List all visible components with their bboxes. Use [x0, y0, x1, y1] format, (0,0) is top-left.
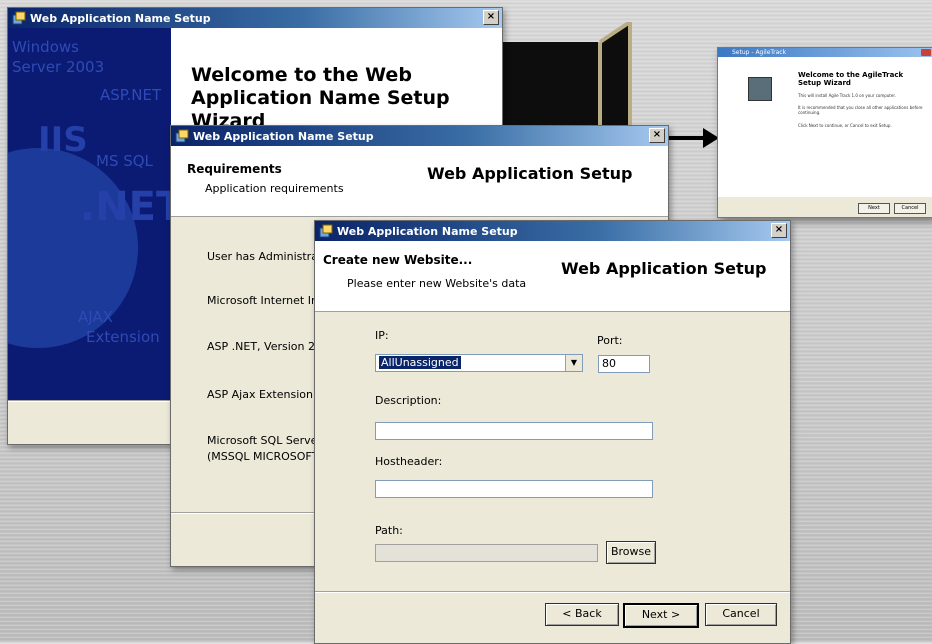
- requirements-window-title: Web Application Name Setup: [193, 129, 374, 143]
- ip-select[interactable]: AllUnassigned ▼: [375, 354, 583, 372]
- hostheader-input[interactable]: [375, 480, 653, 498]
- thumbnail-window: Setup - AgileTrack Welcome to the AgileT…: [717, 47, 932, 218]
- requirements-heading: Requirements: [187, 162, 282, 176]
- close-icon[interactable]: ×: [771, 223, 787, 238]
- banner-windows: Windows: [12, 38, 79, 56]
- path-input[interactable]: [375, 544, 598, 562]
- description-label: Description:: [375, 394, 442, 407]
- thumbnail-next-button[interactable]: Next: [858, 203, 890, 214]
- banner-aspnet: ASP.NET: [100, 86, 162, 104]
- welcome-banner: Windows Server 2003 ASP.NET IIS MS SQL .…: [8, 28, 171, 400]
- banner-server: Server 2003: [12, 58, 105, 76]
- banner-extension: Extension: [86, 328, 160, 346]
- create-website-window: Web Application Name Setup × Create new …: [314, 220, 791, 644]
- ip-label: IP:: [375, 329, 389, 342]
- thumbnail-line1: This will install Agile Track 1.0 on you…: [798, 93, 896, 98]
- setup-app-icon: [319, 224, 333, 238]
- requirements-setup-label: Web Application Setup: [427, 164, 633, 183]
- requirements-titlebar: Web Application Name Setup ×: [171, 126, 668, 146]
- banner-ajax: AJAX: [78, 308, 113, 326]
- requirement-item: (MSSQL MICROSOFT :: [207, 450, 326, 463]
- create-website-header: Create new Website... Please enter new W…: [315, 241, 790, 312]
- banner-iis: IIS: [38, 120, 88, 160]
- setup-app-icon: [12, 11, 26, 25]
- close-icon[interactable]: ×: [649, 128, 665, 143]
- path-label: Path:: [375, 524, 403, 537]
- port-input[interactable]: 80: [598, 355, 650, 373]
- requirement-item: ASP Ajax Extension: [207, 388, 313, 401]
- setup-app-icon: [175, 129, 189, 143]
- create-website-heading: Create new Website...: [323, 253, 473, 267]
- welcome-titlebar: Web Application Name Setup ×: [8, 8, 502, 28]
- hostheader-label: Hostheader:: [375, 455, 443, 468]
- welcome-window-title: Web Application Name Setup: [30, 11, 211, 25]
- thumbnail-logo-icon: [748, 77, 772, 101]
- banner-circle: [8, 148, 138, 348]
- requirements-header: Requirements Application requirements We…: [171, 146, 668, 217]
- requirements-subheading: Application requirements: [205, 182, 344, 195]
- create-website-window-title: Web Application Name Setup: [337, 224, 518, 238]
- close-icon[interactable]: ×: [483, 10, 499, 25]
- create-website-subheading: Please enter new Website's data: [347, 277, 527, 290]
- cancel-button[interactable]: Cancel: [705, 603, 777, 626]
- thumbnail-heading: Welcome to the AgileTrack Setup Wizard: [798, 71, 904, 87]
- port-label: Port:: [597, 334, 623, 347]
- description-input[interactable]: [375, 422, 653, 440]
- ip-select-value: AllUnassigned: [379, 356, 461, 369]
- banner-net: .NET: [80, 184, 171, 230]
- create-website-titlebar: Web Application Name Setup ×: [315, 221, 790, 241]
- thumbnail-line3: Click Next to continue, or Cancel to exi…: [798, 123, 892, 128]
- banner-mssql: MS SQL: [96, 152, 153, 170]
- thumbnail-title: Setup - AgileTrack: [732, 49, 787, 56]
- dropdown-arrow-icon[interactable]: ▼: [565, 355, 582, 371]
- right-arrow-icon: [665, 128, 719, 148]
- create-website-setup-label: Web Application Setup: [561, 259, 767, 278]
- thumbnail-titlebar: Setup - AgileTrack: [718, 48, 932, 57]
- thumbnail-line2: It is recommended that you close all oth…: [798, 105, 923, 115]
- requirement-item: Microsoft Internet Info: [207, 294, 329, 307]
- browse-button[interactable]: Browse: [606, 541, 656, 564]
- requirement-item: ASP .NET, Version 2.0: [207, 340, 326, 353]
- create-website-footer-divider: [315, 591, 790, 593]
- welcome-title: Welcome to the Web Application Name Setu…: [191, 64, 450, 132]
- thumbnail-cancel-button[interactable]: Cancel: [894, 203, 926, 214]
- thumbnail-content: Welcome to the AgileTrack Setup Wizard T…: [792, 57, 932, 197]
- thumbnail-close-icon: [921, 49, 931, 56]
- next-button[interactable]: Next >: [623, 603, 699, 628]
- back-button[interactable]: < Back: [545, 603, 619, 626]
- thumbnail-side-panel: [718, 57, 792, 197]
